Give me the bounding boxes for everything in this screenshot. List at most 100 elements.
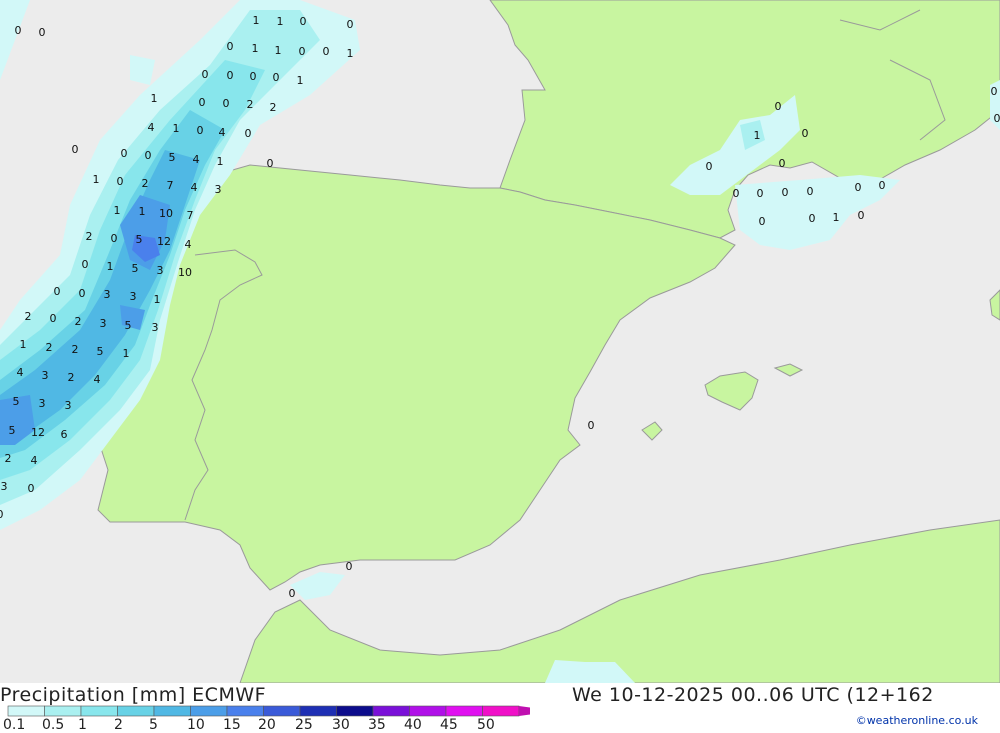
precip-value: 2 (68, 371, 75, 384)
credit-link[interactable]: ©weatheronline.co.uk (856, 714, 978, 727)
precip-value: 2 (247, 98, 254, 111)
precip-value: 3 (39, 397, 46, 410)
precip-value: 0 (879, 179, 886, 192)
legend-tick: 0.5 (42, 717, 65, 733)
precip-value: 0 (50, 312, 57, 325)
precip-value: 1 (107, 260, 114, 273)
precip-value: 0 (28, 482, 35, 495)
legend-tick: 10 (187, 717, 205, 733)
precip-value: 1 (277, 15, 284, 28)
precip-value: 0 (227, 40, 234, 53)
legend-tick: 30 (332, 717, 350, 733)
precip-value: 7 (187, 209, 194, 222)
precip-value: 0 (855, 181, 862, 194)
precip-value: 3 (65, 399, 72, 412)
precip-value: 3 (157, 264, 164, 277)
precip-value: 1 (217, 155, 224, 168)
precip-value: 6 (61, 428, 68, 441)
precip-value: 5 (136, 233, 143, 246)
precip-value: 2 (46, 341, 53, 354)
map-title: Precipitation [mm] ECMWF (0, 684, 267, 706)
precip-value: 0 (202, 68, 209, 81)
precip-value: 5 (169, 151, 176, 164)
precip-value: 0 (199, 96, 206, 109)
legend-swatch (372, 705, 410, 717)
precip-value: 4 (219, 126, 226, 139)
legend-swatch (7, 705, 45, 717)
legend-tick: 0.1 (3, 717, 26, 733)
precip-value: 0 (858, 209, 865, 222)
legend-swatch (299, 705, 337, 717)
precip-value: 5 (97, 345, 104, 358)
precip-value: 0 (807, 185, 814, 198)
precip-value: 0 (759, 215, 766, 228)
precip-value: 1 (173, 122, 180, 135)
precip-value: 0 (588, 419, 595, 432)
precip-value: 0 (991, 85, 998, 98)
precip-value: 0 (994, 112, 1000, 125)
precip-value: 0 (802, 127, 809, 140)
legend-tick: 40 (404, 717, 422, 733)
legend-arrow (519, 706, 530, 716)
precip-value: 0 (79, 287, 86, 300)
precip-value: 0 (300, 15, 307, 28)
precip-value: 5 (125, 319, 132, 332)
precip-value: 4 (17, 366, 24, 379)
legend-swatch (336, 705, 374, 717)
precip-value: 12 (157, 235, 171, 248)
legend-swatch (482, 705, 520, 717)
legend-tick: 45 (440, 717, 458, 733)
precip-value: 2 (25, 310, 32, 323)
precip-value: 0 (145, 149, 152, 162)
precip-value: 3 (100, 317, 107, 330)
precip-value: 0 (346, 560, 353, 573)
legend-swatch (153, 705, 191, 717)
precip-value: 3 (104, 288, 111, 301)
legend-swatch (117, 705, 155, 717)
precip-value: 3 (42, 369, 49, 382)
precip-value: 1 (275, 44, 282, 57)
precip-value: 0 (223, 97, 230, 110)
legend-swatch (190, 705, 228, 717)
precip-value: 0 (779, 157, 786, 170)
precip-value: 4 (193, 153, 200, 166)
precip-value: 4 (94, 373, 101, 386)
precip-value: 0 (775, 100, 782, 113)
precip-value: 1 (123, 347, 130, 360)
legend-tick: 15 (223, 717, 241, 733)
precip-value: 4 (191, 181, 198, 194)
precip-value: 1 (754, 129, 761, 142)
precip-value: 3 (130, 290, 137, 303)
legend-tick: 2 (114, 717, 123, 733)
precip-value: 0 (323, 45, 330, 58)
legend-swatch (226, 705, 264, 717)
precip-value: 0 (250, 70, 257, 83)
legend-tick: 1 (78, 717, 87, 733)
precip-value: 1 (139, 205, 146, 218)
precip-value: 1 (93, 173, 100, 186)
precip-value: 1 (151, 92, 158, 105)
precip-value: 2 (5, 452, 12, 465)
precip-value: 0 (706, 160, 713, 173)
legend-tick: 20 (258, 717, 276, 733)
precip-value: 2 (142, 177, 149, 190)
legend-swatch (263, 705, 301, 717)
precip-value: 1 (114, 204, 121, 217)
precip-value: 7 (167, 179, 174, 192)
precip-value: 0 (15, 24, 22, 37)
precip-value: 1 (297, 74, 304, 87)
precip-value: 10 (159, 207, 173, 220)
precip-value: 0 (0, 508, 4, 521)
precipitation-map: 0011000110010000110022104400005410102743… (0, 0, 1000, 684)
legend-swatch (80, 705, 118, 717)
precip-value: 0 (227, 69, 234, 82)
precip-value: 0 (273, 71, 280, 84)
precip-value: 1 (154, 293, 161, 306)
precip-value: 2 (270, 101, 277, 114)
precipitation-legend (7, 705, 530, 717)
precip-value: 3 (1, 480, 8, 493)
precip-value: 0 (82, 258, 89, 271)
forecast-datetime: We 10-12-2025 00..06 UTC (12+162 (572, 684, 934, 706)
precip-value: 0 (117, 175, 124, 188)
precip-value: 12 (31, 426, 45, 439)
